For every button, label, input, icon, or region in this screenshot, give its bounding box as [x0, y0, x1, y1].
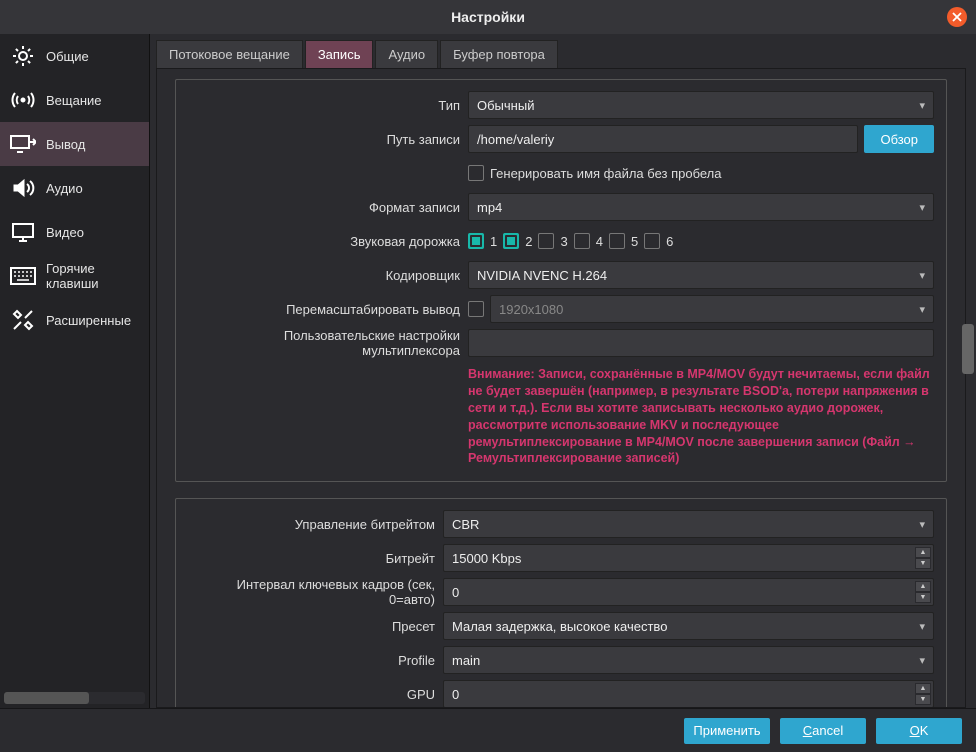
- sidebar: Общие Вещание Вывод Аудио Видео Горячие …: [0, 34, 150, 708]
- track-2-label: 2: [525, 234, 532, 249]
- sidebar-item-label: Вывод: [46, 137, 85, 152]
- mux-input[interactable]: [468, 329, 934, 357]
- sidebar-item-advanced[interactable]: Расширенные: [0, 298, 149, 342]
- track-6-label: 6: [666, 234, 673, 249]
- gpu-label: GPU: [188, 687, 443, 702]
- gen-filename-label: Генерировать имя файла без пробела: [490, 166, 722, 181]
- sidebar-item-label: Вещание: [46, 93, 102, 108]
- tab-recording[interactable]: Запись: [305, 40, 374, 68]
- browse-button[interactable]: Обзор: [864, 125, 934, 153]
- mp4-warning: Внимание: Записи, сохранённые в MP4/MOV …: [468, 366, 934, 467]
- broadcast-icon: [10, 87, 36, 113]
- window-title: Настройки: [451, 9, 525, 25]
- sidebar-item-output[interactable]: Вывод: [0, 122, 149, 166]
- gen-filename-checkbox[interactable]: [468, 165, 484, 181]
- bitrate-label: Битрейт: [188, 551, 443, 566]
- sidebar-item-label: Аудио: [46, 181, 83, 196]
- sidebar-item-label: Общие: [46, 49, 89, 64]
- track-4-label: 4: [596, 234, 603, 249]
- type-select[interactable]: Обычный: [468, 91, 934, 119]
- footer: Применить Cancel OK: [0, 708, 976, 752]
- track-1-checkbox[interactable]: [468, 233, 484, 249]
- rescale-checkbox[interactable]: [468, 301, 484, 317]
- monitor-icon: [10, 219, 36, 245]
- apply-button[interactable]: Применить: [684, 718, 770, 744]
- output-icon: [10, 131, 36, 157]
- format-select[interactable]: mp4: [468, 193, 934, 221]
- tab-replay-buffer[interactable]: Буфер повтора: [440, 40, 558, 68]
- settings-panel: Тип Обычный Путь записи /home/valeriy Об…: [156, 69, 966, 708]
- gpu-spinbox[interactable]: 0▲▼: [443, 680, 934, 708]
- encoder-label: Кодировщик: [188, 268, 468, 283]
- track-5-label: 5: [631, 234, 638, 249]
- track-1-label: 1: [490, 234, 497, 249]
- close-icon: [952, 12, 962, 22]
- tab-audio[interactable]: Аудио: [375, 40, 438, 68]
- speaker-icon: [10, 175, 36, 201]
- preset-label: Пресет: [188, 619, 443, 634]
- profile-select[interactable]: main: [443, 646, 934, 674]
- sidebar-item-video[interactable]: Видео: [0, 210, 149, 254]
- sidebar-item-label: Горячие клавиши: [46, 261, 139, 291]
- spin-down-icon[interactable]: ▼: [915, 558, 931, 569]
- encoder-group: Управление битрейтом CBR Битрейт 15000 K…: [175, 498, 947, 708]
- track-5-checkbox[interactable]: [609, 233, 625, 249]
- settings-window: Настройки Общие Вещание Вывод Аудио: [0, 0, 976, 752]
- path-label: Путь записи: [188, 132, 468, 147]
- sidebar-scrollbar[interactable]: [4, 692, 145, 704]
- titlebar: Настройки: [0, 0, 976, 34]
- track-6-checkbox[interactable]: [644, 233, 660, 249]
- tabbar: Потоковое вещание Запись Аудио Буфер пов…: [156, 40, 966, 69]
- track-label: Звуковая дорожка: [188, 234, 468, 249]
- panel-scrollbar[interactable]: [962, 74, 974, 700]
- spin-up-icon[interactable]: ▲: [915, 547, 931, 558]
- audio-track-group: 1 2 3 4 5 6: [468, 233, 934, 249]
- sidebar-item-audio[interactable]: Аудио: [0, 166, 149, 210]
- tab-streaming[interactable]: Потоковое вещание: [156, 40, 303, 68]
- tools-icon: [10, 307, 36, 333]
- main: Потоковое вещание Запись Аудио Буфер пов…: [150, 34, 976, 708]
- rate-control-select[interactable]: CBR: [443, 510, 934, 538]
- sidebar-item-label: Видео: [46, 225, 84, 240]
- scrollbar-thumb[interactable]: [4, 692, 89, 704]
- mux-label: Пользовательские настройки мультиплексор…: [188, 328, 468, 358]
- sidebar-item-general[interactable]: Общие: [0, 34, 149, 78]
- spin-down-icon[interactable]: ▼: [915, 694, 931, 705]
- sidebar-item-hotkeys[interactable]: Горячие клавиши: [0, 254, 149, 298]
- encoder-select[interactable]: NVIDIA NVENC H.264: [468, 261, 934, 289]
- recording-group: Тип Обычный Путь записи /home/valeriy Об…: [175, 79, 947, 482]
- spin-down-icon[interactable]: ▼: [915, 592, 931, 603]
- body: Общие Вещание Вывод Аудио Видео Горячие …: [0, 34, 976, 708]
- track-3-checkbox[interactable]: [538, 233, 554, 249]
- track-4-checkbox[interactable]: [574, 233, 590, 249]
- scrollbar-thumb[interactable]: [962, 324, 974, 374]
- sidebar-item-label: Расширенные: [46, 313, 131, 328]
- keyboard-icon: [10, 263, 36, 289]
- keyint-label: Интервал ключевых кадров (сек, 0=авто): [188, 577, 443, 607]
- preset-select[interactable]: Малая задержка, высокое качество: [443, 612, 934, 640]
- spin-up-icon[interactable]: ▲: [915, 683, 931, 694]
- format-label: Формат записи: [188, 200, 468, 215]
- type-label: Тип: [188, 98, 468, 113]
- spin-up-icon[interactable]: ▲: [915, 581, 931, 592]
- gear-icon: [10, 43, 36, 69]
- track-3-label: 3: [560, 234, 567, 249]
- cancel-button[interactable]: Cancel: [780, 718, 866, 744]
- sidebar-item-stream[interactable]: Вещание: [0, 78, 149, 122]
- close-button[interactable]: [947, 7, 967, 27]
- profile-label: Profile: [188, 653, 443, 668]
- rc-label: Управление битрейтом: [188, 517, 443, 532]
- ok-button[interactable]: OK: [876, 718, 962, 744]
- keyint-spinbox[interactable]: 0▲▼: [443, 578, 934, 606]
- recording-path-input[interactable]: /home/valeriy: [468, 125, 858, 153]
- rescale-select[interactable]: 1920x1080: [490, 295, 934, 323]
- bitrate-spinbox[interactable]: 15000 Kbps▲▼: [443, 544, 934, 572]
- track-2-checkbox[interactable]: [503, 233, 519, 249]
- rescale-label: Перемасштабировать вывод: [188, 302, 468, 317]
